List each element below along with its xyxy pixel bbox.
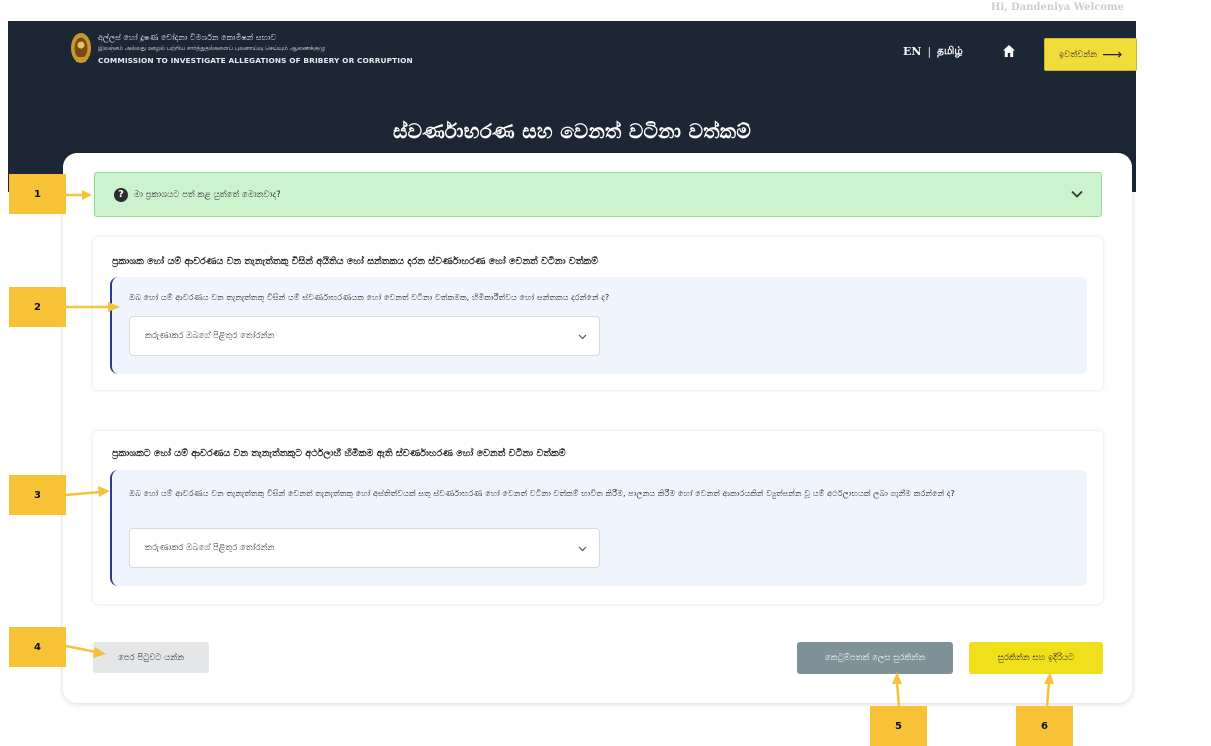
org-name-english: COMMISSION TO INVESTIGATE ALLEGATIONS OF… [98, 56, 413, 65]
arrow-right-icon: ⟶ [1102, 46, 1123, 63]
language-switcher: EN | தமிழ் [903, 45, 963, 58]
home-icon[interactable] [1002, 44, 1016, 58]
section-title: ප්‍රකාශක හෝ යම් ආවරණය වන තැනැත්තකු විසින… [112, 256, 598, 267]
emblem-logo-icon [71, 33, 91, 63]
chevron-down-icon[interactable] [1070, 187, 1084, 201]
chevron-down-icon [578, 334, 587, 340]
question-text: ඔබ හෝ යම් ආවරණය වන තැනැත්තකු විසින් වෙනත… [129, 488, 955, 498]
annotation-badge-2: 2 [9, 287, 66, 327]
answer-select-value: කරුණාකර ඔබගේ පිළිතුර තෝරන්න [145, 543, 275, 553]
form-card [63, 153, 1132, 703]
logout-label: ඉවත්වන්න [1058, 49, 1098, 60]
section-title: ප්‍රකාශකට හෝ යම් ආවරණය වන තැනැත්තකුට අර්… [112, 448, 566, 459]
annotation-badge-1: 1 [9, 174, 66, 214]
annotation-badge-4: 4 [9, 627, 66, 667]
question-circle-icon: ? [114, 187, 128, 202]
header-top-band [8, 6, 1136, 21]
back-button[interactable]: පෙර පිටුවට යන්න [93, 642, 209, 673]
answer-select[interactable]: කරුණාකර ඔබගේ පිළිතුර තෝරන්න [129, 528, 600, 568]
org-name-tamil: இலஞ்சம் அல்லது ஊழல் பற்றிய சார்த்துதல்கள… [98, 46, 326, 52]
page: Hi, Dandeniya Welcome අල්ලස් හෝ දූෂණ චෝද… [0, 0, 1211, 746]
chevron-down-icon [578, 546, 587, 552]
question-box: ඔබ හෝ යම් ආවරණය වන තැනැත්තකු විසින් යම් … [110, 277, 1087, 374]
section-beneficial-jewellery: ප්‍රකාශකට හෝ යම් ආවරණය වන තැනැත්තකුට අර්… [93, 431, 1103, 604]
help-accordion[interactable]: ? මා ප්‍රකාශයට පත් කළ යුත්තේ මොනවාද? [94, 172, 1102, 217]
question-text: ඔබ හෝ යම් ආවරණය වන තැනැත්තකු විසින් යම් … [129, 292, 610, 302]
question-box: ඔබ හෝ යම් ආවරණය වන තැනැත්තකු විසින් වෙනත… [110, 470, 1087, 586]
annotation-badge-5: 5 [870, 706, 927, 746]
annotation-badge-3: 3 [9, 475, 66, 515]
help-accordion-label: මා ප්‍රකාශයට පත් කළ යුත්තේ මොනවාද? [134, 189, 281, 200]
lang-ta-link[interactable]: தமிழ் [937, 45, 963, 58]
section-owned-jewellery: ප්‍රකාශක හෝ යම් ආවරණය වන තැනැත්තකු විසින… [93, 237, 1103, 390]
answer-select[interactable]: කරුණාකර ඔබගේ පිළිතුර තෝරන්න [129, 316, 600, 356]
annotation-badge-6: 6 [1016, 706, 1073, 746]
lang-separator: | [927, 45, 932, 58]
page-title: ස්වර්ණාභරණ සහ වෙනත් වටිනා වත්කම් [392, 119, 752, 143]
answer-select-value: කරුණාකර ඔබගේ පිළිතුර තෝරන්න [145, 331, 275, 341]
save-and-next-button[interactable]: සුරකින්න සහ ඉදිරියට [969, 642, 1103, 674]
lang-en-link[interactable]: EN [903, 45, 921, 58]
logout-button[interactable]: ඉවත්වන්න ⟶ [1044, 38, 1137, 71]
save-draft-button[interactable]: කෙටුම්පතක් ලෙස සුරකින්න [797, 642, 953, 674]
user-greeting: Hi, Dandeniya Welcome [990, 2, 1124, 13]
org-name-sinhala: අල්ලස් හෝ දූෂණ චෝදනා විමර්ශන කොමිෂන් සභා… [98, 33, 277, 42]
